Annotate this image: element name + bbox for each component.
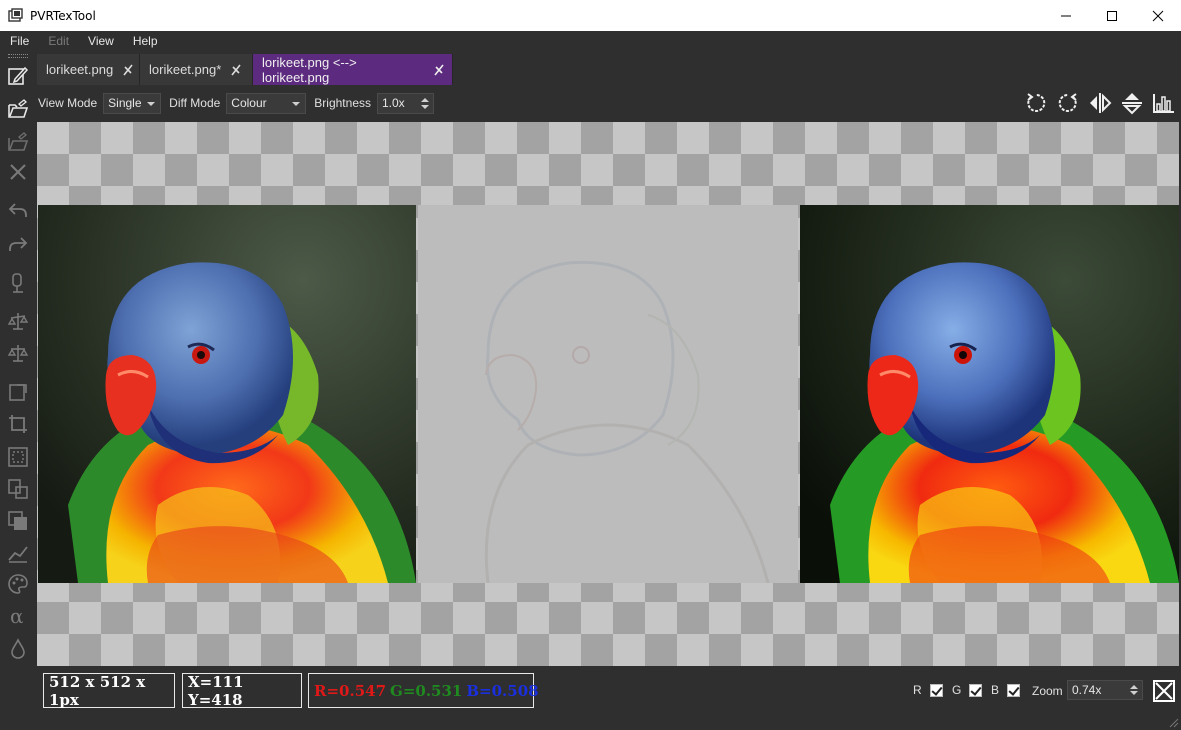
diff-mode-label: Diff Mode <box>169 96 221 110</box>
svg-text:α: α <box>10 606 24 628</box>
spin-up-icon[interactable] <box>421 97 429 102</box>
brightness-value: 1.0x <box>382 96 405 110</box>
minimize-button[interactable] <box>1043 0 1089 31</box>
menu-file[interactable]: File <box>0 31 38 52</box>
encode-icon[interactable] <box>6 271 30 295</box>
redo-icon[interactable] <box>6 232 30 256</box>
brightness-spinbox[interactable]: 1.0x <box>377 92 434 114</box>
image-dimensions: 512 x 512 x 1px <box>43 672 175 709</box>
tab-close-icon[interactable] <box>121 63 135 77</box>
crop-icon[interactable] <box>6 380 30 404</box>
edit-icon[interactable] <box>6 64 30 88</box>
fit-icon[interactable] <box>6 445 30 469</box>
flip-horizontal-icon[interactable] <box>1087 90 1113 116</box>
spin-up-icon[interactable] <box>1130 685 1138 689</box>
tab-close-icon[interactable] <box>229 63 243 77</box>
menu-bar: File Edit View Help <box>0 31 1181 52</box>
close-window-button[interactable] <box>1135 0 1181 31</box>
tab-lorikeet-2[interactable]: lorikeet.png* <box>140 54 253 85</box>
spin-down-icon[interactable] <box>421 104 429 109</box>
fit-window-icon <box>1155 682 1173 700</box>
chart-icon[interactable] <box>6 541 30 565</box>
maximize-icon <box>1107 10 1117 21</box>
minimize-icon <box>1061 15 1071 16</box>
difference-image <box>418 205 798 583</box>
resize-icon[interactable] <box>6 309 30 333</box>
toolbar-grip[interactable] <box>8 54 28 58</box>
resize-grip-icon[interactable] <box>1167 716 1179 728</box>
copy-icon[interactable] <box>6 477 30 501</box>
undo-icon[interactable] <box>6 198 30 222</box>
left-toolbar: α <box>0 52 36 730</box>
tab-bar: lorikeet.png lorikeet.png* lorikeet.png … <box>37 54 453 85</box>
fit-to-window-button[interactable] <box>1153 680 1175 702</box>
image-canvas[interactable] <box>37 122 1179 666</box>
tab-lorikeet-1[interactable]: lorikeet.png <box>37 54 140 85</box>
bottom-strip <box>0 710 1181 730</box>
channel-b-label: B <box>991 683 1000 697</box>
palette-icon[interactable] <box>6 572 30 596</box>
menu-edit[interactable]: Edit <box>38 31 78 52</box>
open-icon[interactable] <box>6 97 30 121</box>
chevron-down-icon <box>292 101 301 106</box>
flip-vertical-icon[interactable] <box>1119 90 1145 116</box>
original-image-left <box>38 205 416 583</box>
tab-close-icon[interactable] <box>432 63 446 77</box>
close-icon <box>1152 10 1164 21</box>
channel-g-checkbox[interactable] <box>969 683 983 697</box>
tab-label: lorikeet.png <--> lorikeet.png <box>262 54 357 85</box>
menu-help[interactable]: Help <box>123 31 167 52</box>
histogram-icon[interactable] <box>1151 90 1177 116</box>
zoom-spinbox[interactable]: 0.74x <box>1067 680 1143 700</box>
rotate-cw-icon[interactable] <box>1055 90 1081 116</box>
compressed-image-right <box>800 205 1179 583</box>
tab-label: lorikeet.png <box>46 62 114 77</box>
channel-g-toggle[interactable]: G <box>952 683 983 697</box>
spin-down-icon[interactable] <box>1130 691 1138 695</box>
blue-value: B=0.508 <box>466 681 539 700</box>
app-icon <box>8 7 24 24</box>
channel-r-checkbox[interactable] <box>929 683 943 697</box>
maximize-button[interactable] <box>1089 0 1135 31</box>
status-bar: 512 x 512 x 1px X=111 Y=418 R=0.547 G=0.… <box>36 667 1181 710</box>
alpha-icon[interactable]: α <box>6 605 30 629</box>
tab-label: lorikeet.png* <box>149 62 222 77</box>
layers-icon[interactable] <box>6 509 30 533</box>
channel-b-checkbox[interactable] <box>1007 683 1021 697</box>
red-value: R=0.547 <box>314 681 387 700</box>
save-icon[interactable] <box>6 130 30 154</box>
transform-toolbar <box>1017 86 1177 120</box>
border-icon[interactable] <box>6 412 30 436</box>
view-mode-value: Single <box>108 96 142 110</box>
drop-icon[interactable] <box>6 637 30 661</box>
pixel-color-readout: R=0.547 G=0.531 B=0.508 <box>308 673 539 708</box>
view-mode-label: View Mode <box>38 96 98 110</box>
window-title: PVRTexTool <box>30 8 96 23</box>
cursor-coordinates: X=111 Y=418 <box>182 672 302 709</box>
brightness-label: Brightness <box>314 96 371 110</box>
zoom-value: 0.74x <box>1072 683 1102 697</box>
diff-mode-select[interactable]: Colour <box>226 92 307 114</box>
balance-icon[interactable] <box>6 341 30 365</box>
title-bar: PVRTexTool <box>0 0 1181 31</box>
rotate-ccw-icon[interactable] <box>1023 90 1049 116</box>
coords-text: X=111 Y=418 <box>188 672 244 709</box>
channel-r-label: R <box>913 683 922 697</box>
view-mode-select[interactable]: Single <box>103 92 162 114</box>
options-bar: View Mode Single Diff Mode Colour Bright… <box>36 86 1181 120</box>
close-icon[interactable] <box>6 160 30 184</box>
chevron-down-icon <box>147 101 156 106</box>
channel-g-label: G <box>952 683 962 697</box>
zoom-label: Zoom <box>1032 684 1063 698</box>
tab-diff[interactable]: lorikeet.png <--> lorikeet.png <box>253 54 453 85</box>
green-value: G=0.531 <box>390 681 463 700</box>
dimensions-text: 512 x 512 x 1px <box>49 672 146 709</box>
channel-r-toggle[interactable]: R <box>913 683 943 697</box>
channel-b-toggle[interactable]: B <box>991 683 1021 697</box>
diff-mode-value: Colour <box>231 96 267 110</box>
menu-view[interactable]: View <box>78 31 123 52</box>
